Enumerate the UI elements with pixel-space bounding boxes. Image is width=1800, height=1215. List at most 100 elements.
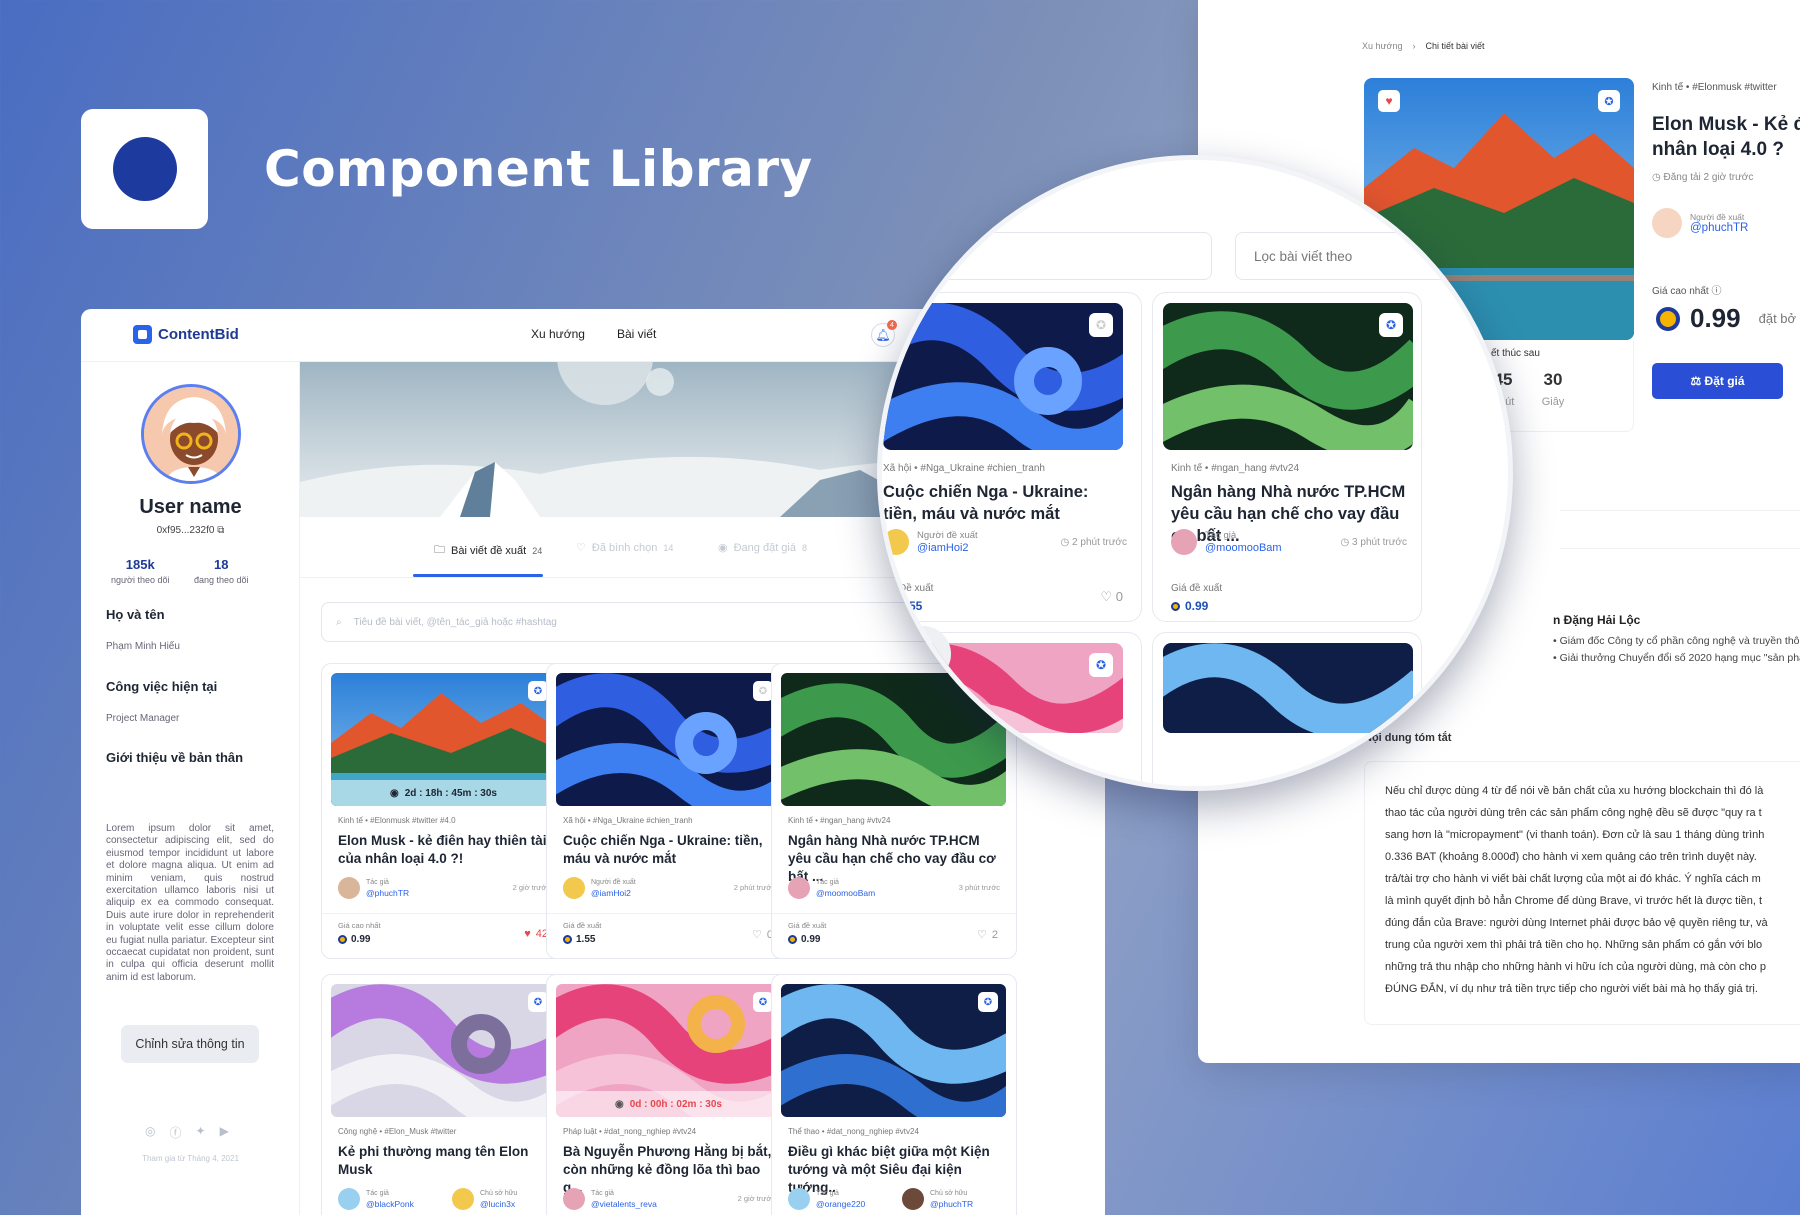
price-note: đặt bở [1758, 311, 1797, 326]
article-category: Kinh tế • #Elonmusk #twitter [1652, 82, 1777, 93]
breadcrumb: Xu hướng › Chi tiết bài viết [1362, 41, 1484, 51]
price-value: 1.55 [563, 934, 595, 945]
author-role: Tác giả [816, 1190, 839, 1197]
gavel-icon: ⚖ [1690, 374, 1705, 388]
owner-role: Chủ sở hữu [930, 1190, 968, 1197]
article-title: Elon Musk - Kẻ đi nhân loại 4.0 ? [1652, 114, 1800, 160]
heart-icon: ♡ [576, 542, 586, 554]
like-button[interactable]: ♥ 42 [524, 928, 548, 940]
card-owner[interactable]: Chủ sở hữu @phuchTR [902, 1188, 973, 1210]
owner-handle: @phuchTR [930, 1199, 974, 1209]
card-author[interactable]: Tác giả @moomooBam [1171, 529, 1282, 555]
award-icon[interactable]: ✪ [753, 992, 773, 1012]
price-label: Đề xuất [899, 583, 934, 594]
article-card[interactable]: ✪ Xã hội • #Nga_Ukraine #chien_tranh Cuộ… [546, 663, 792, 959]
logo-dot [112, 137, 177, 201]
article-proposer[interactable]: Người đề xuất @phuchTR [1652, 208, 1748, 238]
heart-filled-icon[interactable]: ♥ [1378, 90, 1400, 112]
following-stat[interactable]: 18 đang theo dõi [194, 557, 249, 585]
award-icon[interactable]: ✪ [1089, 653, 1113, 677]
youtube-icon[interactable]: ▶ [220, 1124, 229, 1141]
card-title[interactable]: Elon Musk - kẻ điên hay thiên tài của nh… [338, 832, 556, 868]
award-icon[interactable]: ✪ [1379, 313, 1403, 337]
auction-timer: ◉ 0d : 00h : 02m : 30s [556, 1091, 781, 1117]
like-button[interactable]: ♡ 0 [752, 928, 773, 942]
avatar [563, 877, 585, 899]
social-links: ◎ ⓕ ✦ ▶ [145, 1124, 229, 1141]
avatar [452, 1188, 474, 1210]
tab-suggested-count: 24 [532, 545, 543, 556]
wallet-address-text: 0xf95...232f0 [156, 525, 215, 536]
card-title[interactable]: Cuộc chiến Nga - Ukraine: tiền, máu và n… [883, 481, 1123, 525]
like-button[interactable]: ♡ 0 [1100, 589, 1123, 605]
card-category: Kinh tế • #ngan_hang #vtv24 [788, 816, 891, 825]
author-bio-line: • Giám đốc Công ty cổ phần công nghệ và … [1553, 635, 1800, 647]
followers-stat[interactable]: 185k người theo dõi [111, 557, 169, 585]
article-card[interactable]: ✪ Xã hội • #Nga_Ukraine #chien_tranh Cuộ… [882, 292, 1142, 622]
clock-icon: ◷ [1652, 172, 1661, 183]
card-author[interactable]: Tác giả @blackPonk [338, 1188, 414, 1210]
award-icon[interactable]: ✪ [1598, 90, 1620, 112]
article-card[interactable]: ✪ ◉ 2d : 18h : 45m : 30s Kinh tế • #Elonm… [321, 663, 567, 959]
award-icon[interactable]: ✪ [753, 681, 773, 701]
author-role: Tác giả [366, 879, 389, 886]
award-icon[interactable]: ✪ [1089, 313, 1113, 337]
award-icon[interactable]: ✪ [528, 681, 548, 701]
crumb-trending[interactable]: Xu hướng [1362, 41, 1402, 51]
search-placeholder: Tiêu đề bài viết, @tên_tác_giả hoặc #has… [353, 616, 557, 628]
tab-suggested[interactable]: 🗀 Bài viết đề xuất 24 [434, 541, 542, 560]
edit-profile-button[interactable]: Chỉnh sửa thông tin [121, 1025, 259, 1063]
author-bio-line: • Giải thưởng Chuyển đổi số 2020 hạng mụ… [1553, 652, 1800, 664]
avatar [1652, 208, 1682, 238]
article-card[interactable]: ✪ ◉ 0d : 00h : 02m : 30s Pháp luật • #dat… [546, 974, 792, 1215]
nav-articles[interactable]: Bài viết [617, 327, 656, 341]
article-card[interactable]: ✪ Thể thao • #dat_nong_nghiep #vtv24 Điề… [771, 974, 1017, 1215]
owner-handle: @lucin3x [480, 1199, 516, 1209]
award-icon[interactable]: ✪ [978, 992, 998, 1012]
author-handle: @moomooBam [816, 888, 876, 898]
seconds-label: Giây [1541, 396, 1565, 408]
card-author[interactable]: Người đề xuất @iamHoi2 [883, 529, 978, 555]
heart-icon: ♡ [977, 929, 987, 941]
divider [547, 913, 791, 914]
add-icon[interactable]: + [895, 626, 951, 682]
article-card[interactable] [1152, 632, 1422, 786]
place-bid-label: Đặt giá [1704, 374, 1745, 388]
twitter-icon[interactable]: ✦ [196, 1124, 206, 1141]
card-author[interactable]: Tác giả @orange220 [788, 1188, 865, 1210]
author-role: Người đề xuất [917, 530, 978, 541]
summary-line: ĐÚNG ĐẮN, ví dụ như trả tiền trực tiếp c… [1385, 983, 1758, 995]
card-category: Xã hội • #Nga_Ukraine #chien_tranh [883, 463, 1045, 474]
card-title[interactable]: Kẻ phi thường mang tên Elon Musk [338, 1143, 556, 1179]
card-title[interactable]: Cuộc chiến Nga - Ukraine: tiền, máu và n… [563, 832, 781, 868]
place-bid-button[interactable]: ⚖ Đặt giá [1652, 363, 1783, 399]
card-owner[interactable]: Chủ sở hữu @lucin3x [452, 1188, 517, 1210]
nav-trending[interactable]: Xu hướng [531, 327, 585, 341]
filter-select[interactable]: Lọc bài viết theo [1235, 232, 1485, 280]
zoom-search-input[interactable] [942, 232, 1212, 280]
facebook-icon[interactable]: ⓕ [169, 1124, 181, 1141]
article-card[interactable]: ✪ Kinh tế • #ngan_hang #vtv24 Ngân hàng … [1152, 292, 1422, 622]
instagram-icon[interactable]: ◎ [145, 1124, 155, 1141]
folder-icon: 🗀 [434, 544, 445, 556]
like-button[interactable]: ♡ 2 [977, 928, 998, 942]
award-icon[interactable]: ✪ [528, 992, 548, 1012]
card-author[interactable]: Tác giả @phuchTR [338, 877, 409, 899]
tab-voted[interactable]: ♡ Đã bình chọn 14 [576, 541, 673, 555]
card-author[interactable]: Tác giả @moomooBam [788, 877, 875, 899]
price-label: Giá đề xuất [563, 921, 602, 930]
job-value: Project Manager [106, 713, 180, 724]
card-time-text: 3 phút trước [1352, 537, 1407, 548]
help-icon[interactable]: ⓘ [1712, 286, 1722, 297]
proposer-handle: @phuchTR [1690, 222, 1749, 234]
tab-bidding[interactable]: ◉ Đang đặt giá 8 [718, 541, 807, 555]
copy-icon[interactable]: ⧉ [217, 525, 224, 536]
card-author[interactable]: Tác giả @vietalents_reva [563, 1188, 657, 1210]
like-count: 2 [991, 928, 998, 941]
article-card[interactable]: ✪ Công nghệ • #Elon_Musk #twitter Kẻ phi… [321, 974, 567, 1215]
brand-name: ContentBid [158, 326, 239, 343]
wallet-address[interactable]: 0xf95...232f0 ⧉ [81, 525, 300, 536]
divider [772, 913, 1016, 914]
brand-logo[interactable]: ContentBid [133, 325, 239, 344]
card-author[interactable]: Người đề xuất @iamHoi2 [563, 877, 636, 899]
